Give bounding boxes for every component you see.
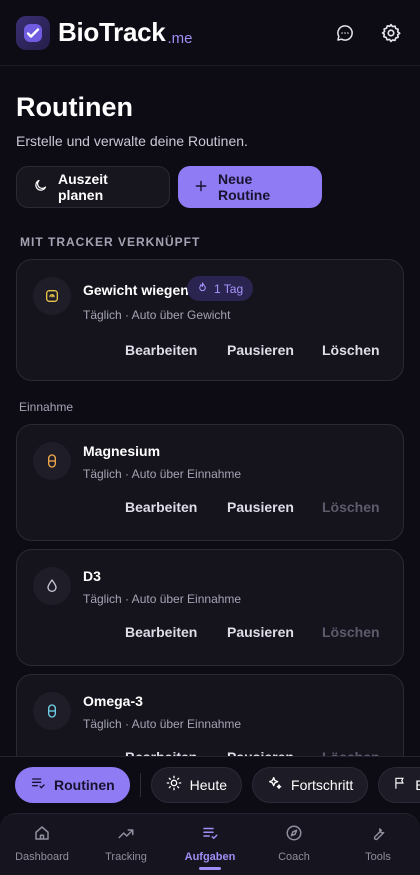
pause-button[interactable]: Pausieren: [227, 342, 294, 358]
chat-icon[interactable]: [332, 20, 358, 46]
routine-card: Magnesium Täglich · Auto über Einnahme B…: [16, 424, 404, 541]
divider: [139, 772, 141, 797]
tab-label: Tools: [365, 851, 391, 863]
chip-en[interactable]: En: [378, 766, 420, 803]
capsule-icon: [33, 692, 71, 730]
compass-icon: [285, 824, 303, 845]
chip-label: Fortschritt: [291, 776, 354, 793]
brand-name: BioTrack: [58, 17, 166, 47]
plan-timeout-button[interactable]: Auszeit planen: [16, 166, 170, 208]
page-subtitle: Erstelle und verwalte deine Routinen.: [16, 133, 248, 149]
streak-label: 1 Tag: [214, 281, 244, 296]
routine-meta: Täglich · Auto über Einnahme: [83, 592, 242, 606]
routine-title: Magnesium: [83, 443, 161, 459]
routine-card: D3 Täglich · Auto über Einnahme Bearbeit…: [16, 549, 404, 666]
section-label-intake: Einnahme: [19, 400, 74, 414]
chip-label: Heute: [189, 776, 228, 793]
routine-title: D3: [83, 568, 101, 584]
tab-tracking[interactable]: Tracking: [86, 824, 166, 870]
new-routine-button[interactable]: Neue Routine: [178, 166, 322, 208]
chart-line-icon: [117, 824, 135, 845]
tab-dashboard[interactable]: Dashboard: [2, 824, 82, 870]
list-check-icon: [30, 775, 46, 794]
brand-suffix: .me: [167, 30, 193, 47]
delete-button[interactable]: Löschen: [322, 624, 380, 640]
routine-meta: Täglich · Auto über Gewicht: [83, 308, 231, 322]
edit-button[interactable]: Bearbeiten: [125, 624, 197, 640]
capsule-icon: [33, 442, 71, 480]
chip-label: En: [415, 777, 420, 793]
tab-coach[interactable]: Coach: [254, 824, 334, 870]
delete-button[interactable]: Löschen: [322, 342, 380, 358]
app-header: BioTrack .me: [0, 0, 420, 66]
chip-heute[interactable]: Heute: [150, 766, 243, 803]
tab-label: Dashboard: [15, 851, 69, 863]
drop-icon: [33, 567, 71, 605]
chip-routinen[interactable]: Routinen: [15, 766, 130, 803]
edit-button[interactable]: Bearbeiten: [125, 342, 197, 358]
sparkles-icon: [267, 775, 283, 794]
tab-label: Aufgaben: [184, 851, 236, 863]
routine-card: Gewicht wiegen 1 Tag Täglich · Auto über…: [16, 259, 404, 381]
chip-fortschritt[interactable]: Fortschritt: [252, 766, 369, 803]
delete-button[interactable]: Löschen: [322, 499, 380, 515]
plus-icon: [194, 179, 208, 196]
tab-tools[interactable]: Tools: [338, 824, 418, 870]
moon-icon: [33, 178, 48, 196]
streak-badge: 1 Tag: [187, 276, 254, 301]
routine-meta: Täglich · Auto über Einnahme: [83, 717, 242, 731]
new-routine-label: Neue Routine: [218, 171, 271, 203]
chip-label: Routinen: [54, 776, 115, 793]
home-icon: [33, 824, 51, 845]
sun-icon: [166, 775, 182, 794]
tab-aufgaben[interactable]: Aufgaben: [170, 824, 250, 870]
wrench-icon: [369, 824, 387, 845]
tab-label: Tracking: [105, 851, 147, 863]
routine-title: Gewicht wiegen: [83, 282, 189, 298]
tab-label: Coach: [278, 851, 310, 863]
flame-icon: [197, 281, 208, 296]
section-label-linked: MIT TRACKER VERKNÜPFT: [20, 235, 201, 249]
active-tab-indicator: [199, 867, 221, 870]
pause-button[interactable]: Pausieren: [227, 624, 294, 640]
edit-button[interactable]: Bearbeiten: [125, 499, 197, 515]
bottom-tab-bar: Dashboard Tracking Aufgaben Coach Tools: [0, 813, 420, 875]
routine-meta: Täglich · Auto über Einnahme: [83, 467, 242, 481]
flag-icon: [393, 775, 407, 794]
routine-title: Omega-3: [83, 693, 143, 709]
page-title: Routinen: [16, 92, 133, 122]
quick-nav: Routinen Heute Fortschritt En: [0, 756, 420, 812]
list-check-icon: [201, 824, 219, 845]
biotrack-logo-icon: [16, 15, 50, 50]
scale-icon: [33, 277, 71, 315]
gear-icon[interactable]: [378, 20, 404, 46]
pause-button[interactable]: Pausieren: [227, 499, 294, 515]
plan-timeout-label: Auszeit planen: [58, 171, 108, 203]
